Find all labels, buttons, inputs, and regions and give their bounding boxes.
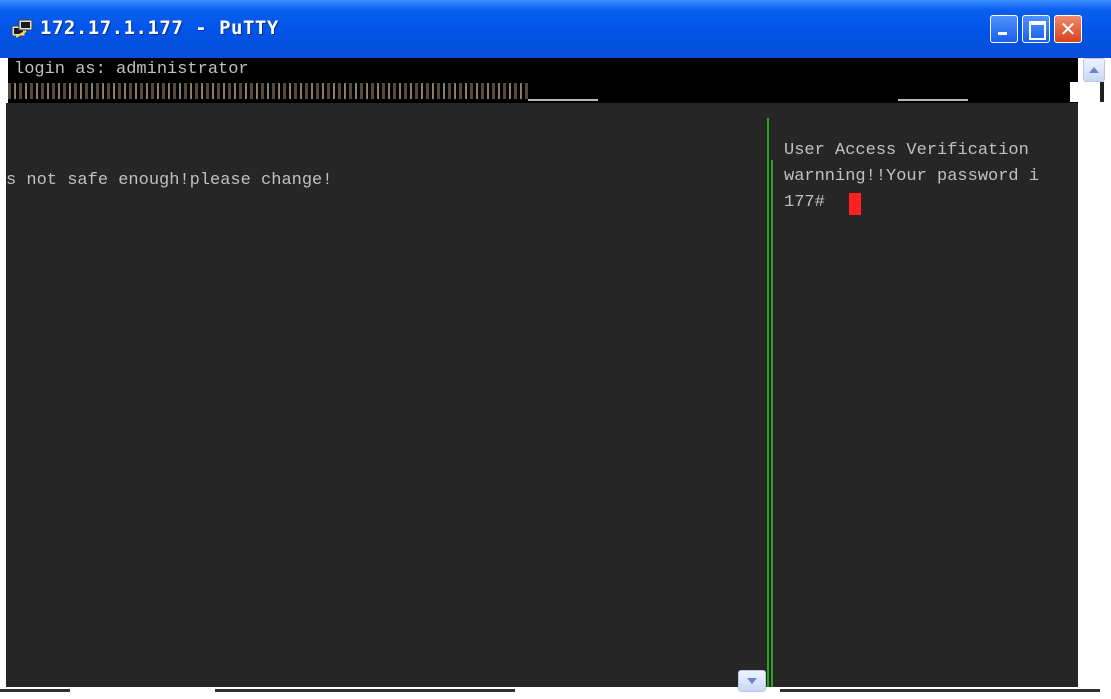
- render-artifact: [1100, 82, 1104, 102]
- maximize-button[interactable]: [1022, 15, 1050, 43]
- terminal-line-left: s not safe enough!please change!: [6, 171, 333, 190]
- terminal-line-access-verification: User Access Verification: [784, 141, 1029, 160]
- render-artifact-line: [767, 118, 769, 693]
- terminal-area[interactable]: [6, 103, 1078, 687]
- render-artifact-line: [528, 99, 598, 101]
- terminal-top-strip[interactable]: login as: administrator: [8, 58, 1078, 103]
- title-bar[interactable]: 172.17.1.177 - PuTTY ✕: [0, 0, 1111, 58]
- scrollbar-track[interactable]: [1078, 58, 1111, 699]
- scrollbar-thumb[interactable]: [1070, 82, 1100, 102]
- render-artifact-line: [771, 160, 773, 693]
- render-artifact: [8, 83, 528, 99]
- terminal-prompt: 177#: [784, 193, 825, 212]
- terminal-login-line: login as: administrator: [14, 60, 249, 79]
- window-title: 172.17.1.177 - PuTTY: [40, 17, 279, 39]
- minimize-button[interactable]: [990, 15, 1018, 43]
- scroll-up-button[interactable]: [1083, 58, 1105, 82]
- terminal-cursor: [849, 193, 861, 215]
- close-button[interactable]: ✕: [1054, 15, 1082, 43]
- scroll-down-button[interactable]: [738, 670, 766, 692]
- render-artifact-line: [780, 689, 1100, 692]
- render-artifact-line: [215, 689, 515, 692]
- render-artifact-line: [0, 689, 70, 692]
- close-icon: ✕: [1059, 17, 1077, 41]
- render-artifact-line: [898, 99, 968, 101]
- putty-icon: [11, 19, 33, 38]
- terminal-line-warning: warnning!!Your password i: [784, 167, 1040, 186]
